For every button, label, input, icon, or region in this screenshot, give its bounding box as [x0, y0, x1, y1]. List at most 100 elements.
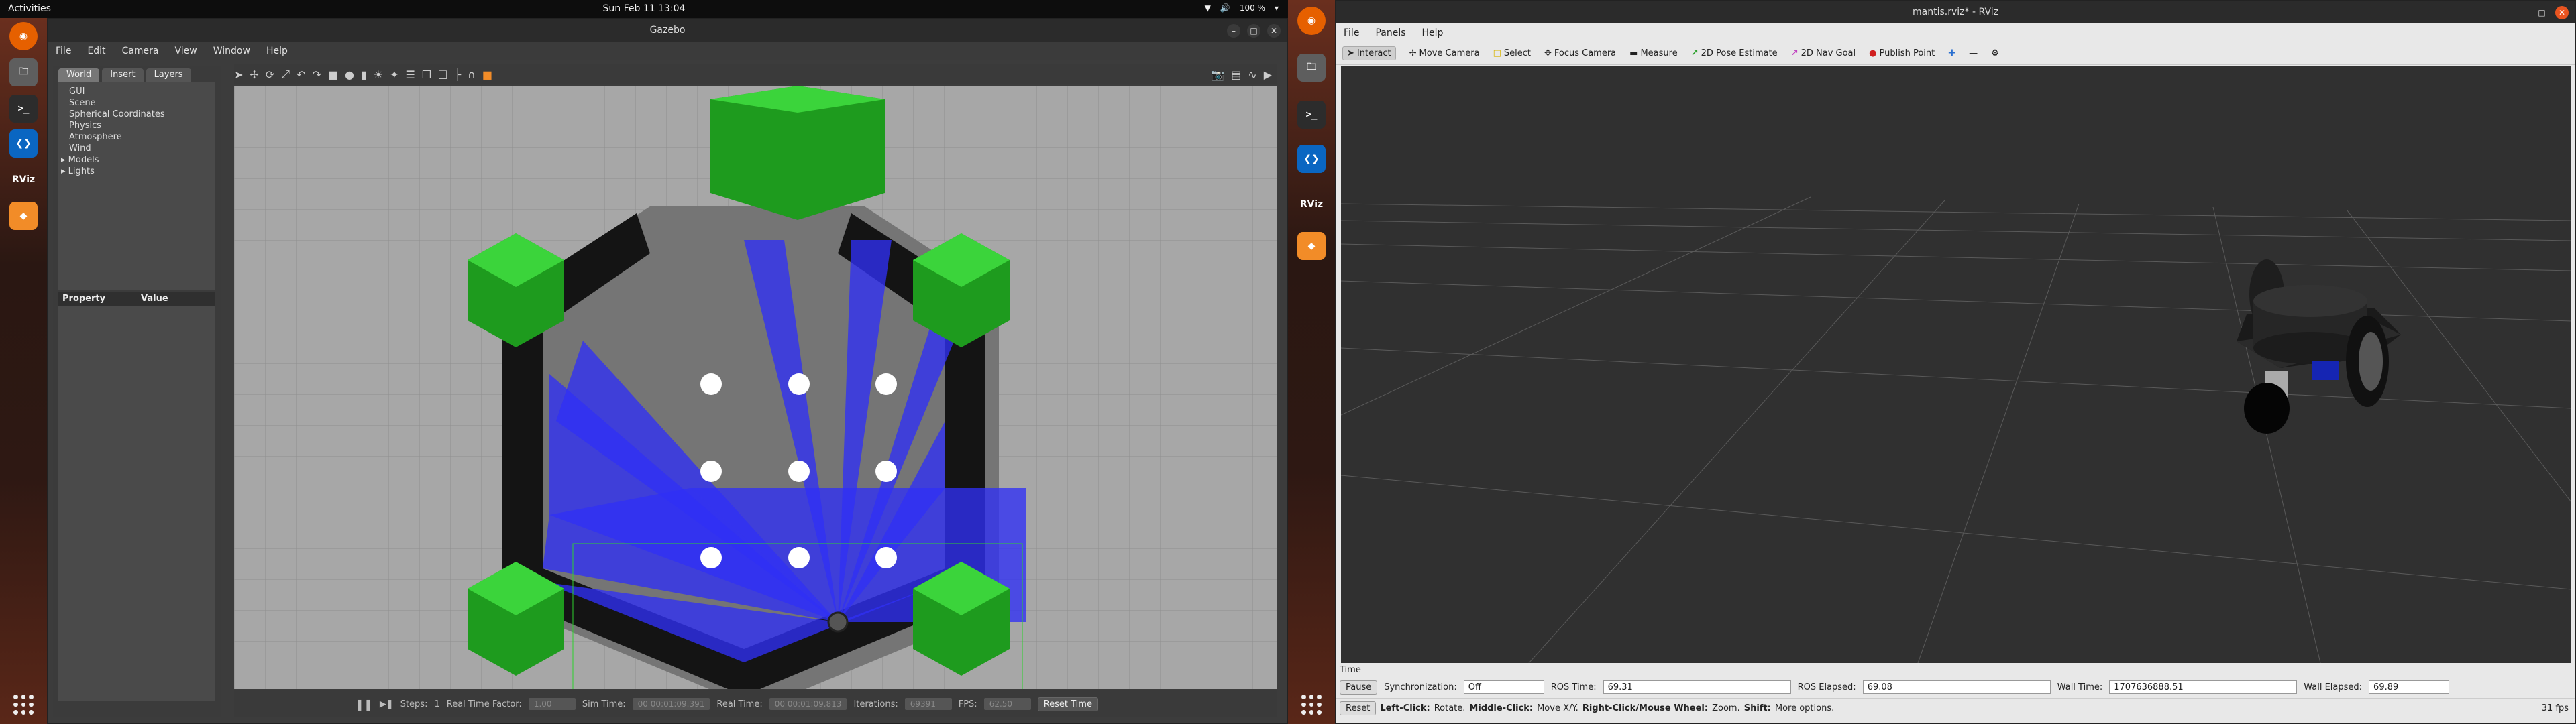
- tab-insert[interactable]: Insert: [102, 68, 144, 82]
- system-tray[interactable]: ▼ 🔊 100 % ▾: [1205, 3, 1279, 13]
- reset-button[interactable]: Reset: [1340, 701, 1377, 715]
- close-button[interactable]: ✕: [1267, 24, 1281, 38]
- ruler-icon: ▬: [1629, 48, 1638, 58]
- tree-item-physics[interactable]: Physics: [69, 120, 211, 131]
- minimize-button[interactable]: –: [2515, 6, 2528, 19]
- menu-camera[interactable]: Camera: [122, 42, 159, 60]
- select-mode-icon[interactable]: ➤: [234, 68, 243, 81]
- chevron-right-icon[interactable]: ▸: [61, 155, 68, 165]
- tab-world[interactable]: World: [58, 68, 100, 82]
- property-column-header: Property: [62, 294, 106, 304]
- remove-tool-button[interactable]: —: [1969, 48, 1978, 58]
- vscode-icon[interactable]: ❮❯: [9, 129, 38, 158]
- plot-icon[interactable]: ∿: [1248, 68, 1256, 81]
- paste-icon[interactable]: ❑: [438, 68, 447, 81]
- rviz-3d-viewport[interactable]: [1341, 66, 2571, 663]
- menu-help[interactable]: Help: [266, 42, 288, 60]
- steps-value[interactable]: 1: [434, 699, 439, 709]
- tool-2d-pose-estimate[interactable]: ↗ 2D Pose Estimate: [1691, 48, 1778, 58]
- minimize-button[interactable]: –: [1227, 24, 1240, 38]
- box-shape-icon[interactable]: ■: [328, 68, 338, 81]
- hint-middle-click: Middle-Click:: [1469, 703, 1534, 713]
- menu-file[interactable]: File: [1344, 23, 1359, 42]
- step-icon[interactable]: ▶❚: [380, 699, 394, 709]
- translate-mode-icon[interactable]: ✢: [250, 68, 258, 81]
- gazebo-titlebar: Gazebo – □ ✕: [48, 19, 1287, 42]
- reset-time-button[interactable]: Reset Time: [1037, 697, 1098, 711]
- cylinder-shape-icon[interactable]: ▮: [361, 68, 367, 81]
- fps-readout: 31 fps: [2541, 703, 2569, 713]
- window-title: Gazebo: [649, 25, 686, 36]
- chevron-right-icon[interactable]: ▸: [61, 166, 68, 176]
- files-icon[interactable]: 🗀: [9, 58, 38, 86]
- directional-light-icon[interactable]: ☰: [406, 68, 415, 81]
- tree-item-atmosphere[interactable]: Atmosphere: [69, 131, 211, 143]
- focus-icon: ✥: [1544, 48, 1552, 58]
- close-button[interactable]: ✕: [2555, 6, 2569, 19]
- gazebo-icon[interactable]: ◆: [9, 202, 38, 230]
- tool-interact[interactable]: ➤ Interact: [1342, 46, 1396, 60]
- hint-right-click-text: Zoom.: [1712, 703, 1740, 713]
- tool-settings-icon[interactable]: ⚙: [1991, 48, 1999, 58]
- rotate-mode-icon[interactable]: ⟳: [266, 68, 274, 81]
- menu-view[interactable]: View: [175, 42, 197, 60]
- screen-right: ◉ 🗀 >_ ❮❯ RViz ◆ mantis.rviz* - RViz – □…: [1288, 0, 2576, 724]
- undo-icon[interactable]: ↶: [297, 68, 305, 81]
- files-icon[interactable]: 🗀: [1297, 54, 1326, 82]
- pause-button[interactable]: Pause: [1340, 680, 1378, 695]
- menu-help[interactable]: Help: [1422, 23, 1444, 42]
- rviz-icon[interactable]: RViz: [1297, 190, 1326, 219]
- pause-icon[interactable]: ❚❚: [355, 698, 373, 711]
- tool-select[interactable]: □ Select: [1493, 48, 1531, 58]
- add-tool-button[interactable]: ✚: [1948, 48, 1955, 58]
- battery-level: 100 %: [1239, 3, 1265, 13]
- align-icon[interactable]: ├: [455, 68, 462, 81]
- ros-elapsed-value: 69.08: [1862, 680, 2051, 694]
- tree-item-scene[interactable]: Scene: [69, 97, 211, 109]
- firefox-icon[interactable]: ◉: [1297, 7, 1326, 35]
- rviz-icon[interactable]: RViz: [9, 166, 38, 194]
- maximize-button[interactable]: □: [1247, 24, 1260, 38]
- video-record-icon[interactable]: ▶: [1264, 68, 1272, 81]
- gazebo-toolbar: ➤ ✢ ⟳ ⤢ ↶ ↷ ■ ● ▮ ☀ ✦ ☰ ❐ ❑ ├ ∩ ■ 📷 ▤ ∿ …: [234, 64, 1277, 84]
- sync-select[interactable]: Off: [1463, 680, 1544, 694]
- gazebo-scene-viewport[interactable]: [234, 86, 1277, 689]
- tool-measure[interactable]: ▬ Measure: [1629, 48, 1678, 58]
- point-light-icon[interactable]: ☀: [374, 68, 383, 81]
- tree-item-wind[interactable]: Wind: [69, 143, 211, 154]
- robot-model[interactable]: [827, 611, 849, 633]
- screenshot-icon[interactable]: 📷: [1211, 68, 1224, 81]
- snap-icon[interactable]: ∩: [468, 68, 476, 81]
- show-apps-icon[interactable]: [1301, 695, 1322, 715]
- sphere-shape-icon[interactable]: ●: [345, 68, 354, 81]
- show-apps-icon[interactable]: [13, 695, 34, 715]
- dock: ◉ 🗀 >_ ❮❯ RViz ◆: [0, 18, 47, 724]
- maximize-button[interactable]: □: [2535, 6, 2548, 19]
- tool-2d-nav-goal[interactable]: ↗ 2D Nav Goal: [1791, 48, 1856, 58]
- tool-focus-camera[interactable]: ✥ Focus Camera: [1544, 48, 1616, 58]
- tree-item-models[interactable]: ▸ Models: [61, 154, 211, 166]
- spot-light-icon[interactable]: ✦: [390, 68, 398, 81]
- copy-icon[interactable]: ❐: [422, 68, 431, 81]
- gazebo-icon[interactable]: ◆: [1297, 232, 1326, 260]
- firefox-icon[interactable]: ◉: [9, 22, 38, 50]
- change-view-icon[interactable]: ■: [482, 68, 492, 81]
- scale-mode-icon[interactable]: ⤢: [281, 68, 290, 81]
- terminal-icon[interactable]: >_: [9, 95, 38, 123]
- clock[interactable]: Sun Feb 11 13:04: [0, 3, 1288, 14]
- tool-move-camera[interactable]: ✢ Move Camera: [1409, 48, 1480, 58]
- menu-edit[interactable]: Edit: [87, 42, 105, 60]
- redo-icon[interactable]: ↷: [312, 68, 321, 81]
- terminal-icon[interactable]: >_: [1297, 101, 1326, 129]
- menu-panels[interactable]: Panels: [1375, 23, 1405, 42]
- tool-publish-point[interactable]: ● Publish Point: [1869, 48, 1935, 58]
- tree-item-lights[interactable]: ▸ Lights: [61, 166, 211, 177]
- menu-window[interactable]: Window: [213, 42, 250, 60]
- menu-file[interactable]: File: [56, 42, 71, 60]
- log-icon[interactable]: ▤: [1231, 68, 1241, 81]
- tree-item-gui[interactable]: GUI: [69, 86, 211, 97]
- tab-layers[interactable]: Layers: [146, 68, 191, 82]
- tree-item-spherical-coordinates[interactable]: Spherical Coordinates: [69, 109, 211, 120]
- vscode-icon[interactable]: ❮❯: [1297, 145, 1326, 173]
- top-bar: Activities Sun Feb 11 13:04 ▼ 🔊 100 % ▾: [0, 0, 1288, 18]
